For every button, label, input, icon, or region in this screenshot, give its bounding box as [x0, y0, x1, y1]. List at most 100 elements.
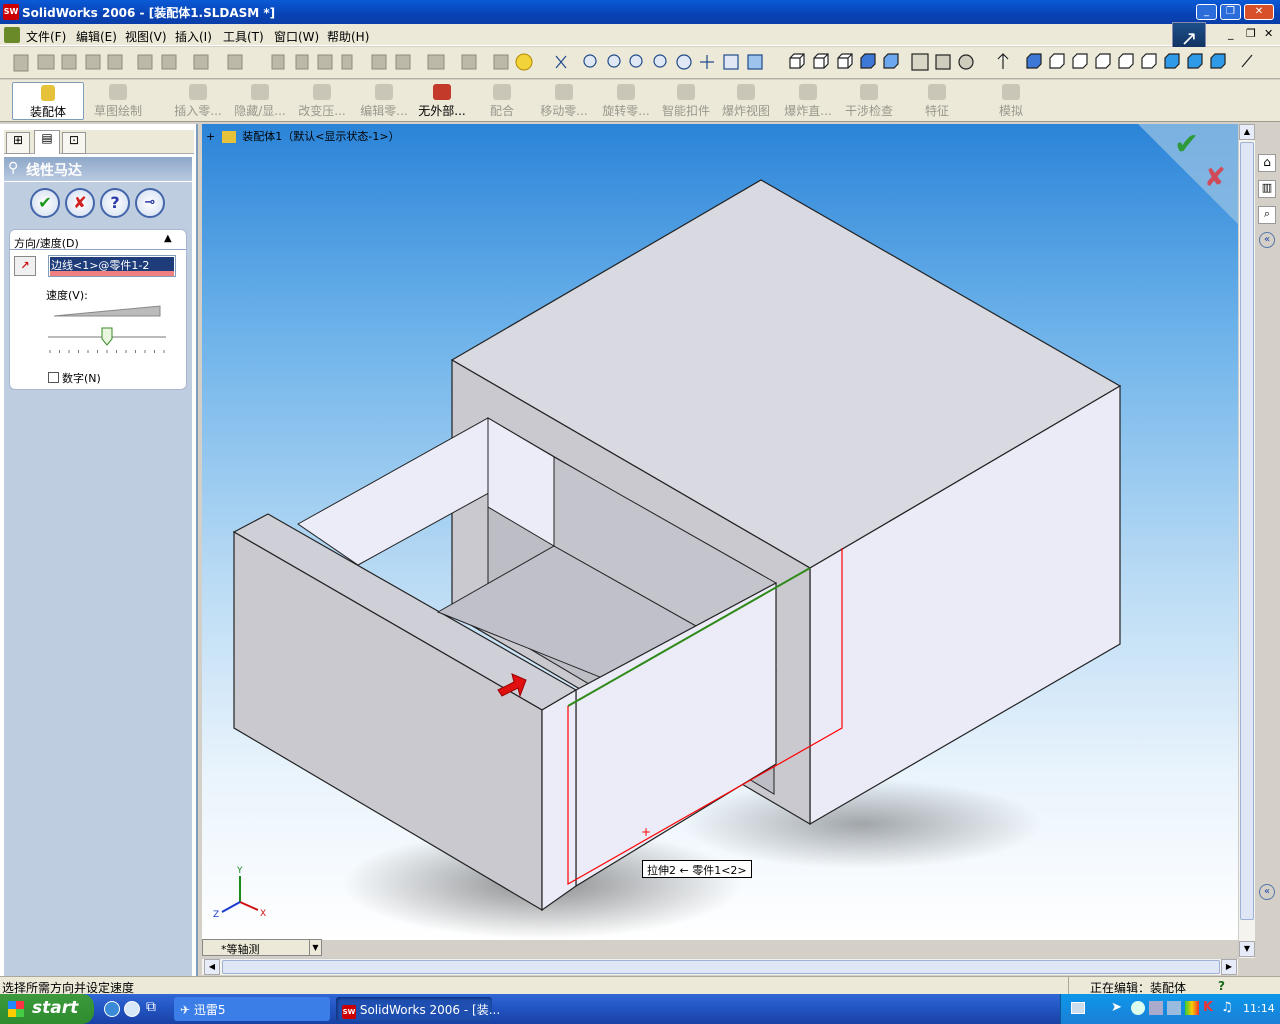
minimize-button[interactable]: _ [1196, 4, 1217, 20]
direction-selection-item[interactable]: 边线<1>@零件1-2 [50, 257, 174, 271]
rotate-icon[interactable] [676, 54, 692, 70]
shaded-edges-icon[interactable] [860, 53, 876, 69]
doc-minimize-button[interactable]: _ [1228, 27, 1234, 40]
start-button[interactable]: start [0, 994, 94, 1024]
trimetric-view-icon[interactable] [1187, 53, 1203, 69]
assembly-tab-button[interactable]: 装配体 [12, 82, 84, 120]
dimetric-view-icon[interactable] [1210, 53, 1226, 69]
tray-meter-icon[interactable] [1185, 1001, 1199, 1015]
stretch-icon[interactable] [461, 54, 477, 70]
numeric-checkbox[interactable] [48, 372, 59, 383]
interference-check-button[interactable]: 干涉检查 [842, 82, 896, 120]
isometric-view-icon[interactable] [1164, 53, 1180, 69]
rotate-component-button[interactable]: 旋转零... [598, 82, 654, 120]
no-external-refs-button[interactable]: 无外部... [416, 82, 468, 120]
left-view-icon[interactable] [1072, 53, 1088, 69]
expand-icon[interactable]: + [206, 130, 215, 143]
configuration-manager-tab-icon[interactable]: ⊡ [62, 132, 86, 154]
cancel-button[interactable]: ✘ [65, 188, 95, 218]
menu-edit[interactable]: 编辑(E) [76, 28, 117, 45]
feature-manager-tab-icon[interactable]: ⊞ [6, 132, 30, 154]
collapse-icon[interactable]: ▲ [164, 233, 172, 244]
pan-icon[interactable] [700, 55, 714, 69]
vertical-scroll-thumb[interactable] [1240, 142, 1254, 920]
help-icon[interactable] [515, 53, 533, 71]
menu-tools[interactable]: 工具(T) [223, 28, 264, 45]
section-view-icon[interactable] [935, 54, 951, 70]
copy-icon[interactable] [161, 54, 177, 70]
sketch-tab-button[interactable]: 草图绘制 [88, 82, 148, 120]
bottom-view-icon[interactable] [1141, 53, 1157, 69]
back-view-icon[interactable] [1049, 53, 1065, 69]
rebuild-icon[interactable] [341, 54, 353, 70]
menu-file[interactable]: 文件(F) [26, 28, 66, 45]
tray-arrow-icon[interactable]: ➤ [1111, 1000, 1122, 1015]
menu-view[interactable]: 视图(V) [125, 28, 167, 45]
edit-component-button[interactable]: 编辑零... [354, 82, 414, 120]
tray-k-icon[interactable]: K [1203, 1000, 1213, 1015]
cut-icon[interactable] [137, 54, 153, 70]
horizontal-scrollbar[interactable]: ◀ ▶ [202, 958, 1238, 975]
shaded-icon[interactable] [883, 53, 899, 69]
select-filter-icon[interactable] [295, 54, 309, 70]
hide-show-button[interactable]: 隐藏/显... [230, 82, 290, 120]
quick-tips-icon[interactable]: ? [1218, 979, 1225, 993]
front-view-icon[interactable] [1026, 53, 1042, 69]
explode-line-button[interactable]: 爆炸直... [780, 82, 836, 120]
speed-slider[interactable] [48, 304, 168, 356]
redo-icon[interactable] [227, 54, 243, 70]
measure-icon[interactable] [555, 55, 567, 69]
menu-insert[interactable]: 插入(I) [175, 28, 212, 45]
vertical-scrollbar[interactable]: ▲ ▼ [1238, 124, 1255, 958]
document-icon[interactable] [4, 27, 20, 43]
model-view[interactable]: ✔ ✘ + Y X Z [202, 124, 1238, 940]
smart-fasteners-button[interactable]: 智能扣件 [660, 82, 712, 120]
direction-selection-box[interactable]: 边线<1>@零件1-2 [48, 255, 176, 277]
quick-launch-show-desktop-icon[interactable]: ⧉ [146, 999, 156, 1015]
simulation-button[interactable]: 模拟 [996, 82, 1026, 120]
zoom-window-icon[interactable] [607, 54, 621, 68]
options-icon[interactable] [371, 54, 387, 70]
corner-cancel-icon[interactable]: ✘ [1204, 163, 1226, 193]
taskbar-item-xunlei[interactable]: ✈ 迅雷5 [174, 997, 330, 1021]
tree-root[interactable]: + 装配体1（默认<显示状态-1>） [206, 128, 400, 144]
doc-close-button[interactable]: ✕ [1264, 27, 1273, 40]
previous-view-icon[interactable] [723, 54, 739, 70]
tray-messenger-icon[interactable] [1131, 1001, 1145, 1015]
scroll-down-icon[interactable]: ▼ [1239, 941, 1255, 957]
right-view-icon[interactable] [1095, 53, 1111, 69]
reverse-direction-button[interactable]: ↗ [14, 256, 36, 276]
hidden-lines-visible-icon[interactable] [813, 53, 829, 69]
property-manager-tab-icon[interactable]: ▤ [34, 130, 60, 154]
insert-component-button[interactable]: 插入零... [170, 82, 226, 120]
view-orientation-dropdown[interactable]: *等轴测 ▼ [202, 939, 322, 956]
normal-to-icon[interactable] [997, 53, 1009, 69]
select-icon[interactable] [271, 54, 285, 70]
menu-help[interactable]: 帮助(H) [327, 28, 369, 45]
change-suppression-button[interactable]: 改变压... [292, 82, 352, 120]
scroll-left-icon[interactable]: ◀ [204, 959, 220, 975]
options2-icon[interactable] [427, 54, 445, 70]
drawer-front-edge[interactable] [541, 688, 577, 912]
print-icon[interactable] [85, 54, 101, 70]
scroll-right-icon[interactable]: ▶ [1221, 959, 1237, 975]
collapse-pane-icon[interactable]: « [1259, 232, 1275, 248]
zoom-fit-icon[interactable] [583, 54, 597, 68]
restore-button[interactable]: ❐ [1220, 4, 1241, 20]
slider-thumb[interactable] [101, 327, 113, 346]
undo-icon[interactable] [193, 54, 209, 70]
horizontal-scroll-thumb[interactable] [222, 960, 1220, 974]
top-view-icon[interactable] [1118, 53, 1134, 69]
keyboard-icon[interactable] [1071, 1002, 1085, 1014]
expand-pane-icon[interactable]: « [1259, 884, 1275, 900]
library-icon[interactable]: ▥ [1258, 180, 1276, 198]
zoom-inout-icon[interactable] [629, 54, 643, 68]
exploded-view-button[interactable]: 爆炸视图 [720, 82, 772, 120]
help-button[interactable]: ? [100, 188, 130, 218]
search-icon[interactable]: ⌕ [1258, 206, 1276, 224]
sketch-icon[interactable] [317, 54, 333, 70]
chevron-down-icon[interactable]: ▼ [309, 940, 321, 955]
shadow-icon[interactable] [911, 53, 929, 71]
scroll-up-icon[interactable]: ▲ [1239, 124, 1255, 140]
print-preview-icon[interactable] [107, 54, 123, 70]
